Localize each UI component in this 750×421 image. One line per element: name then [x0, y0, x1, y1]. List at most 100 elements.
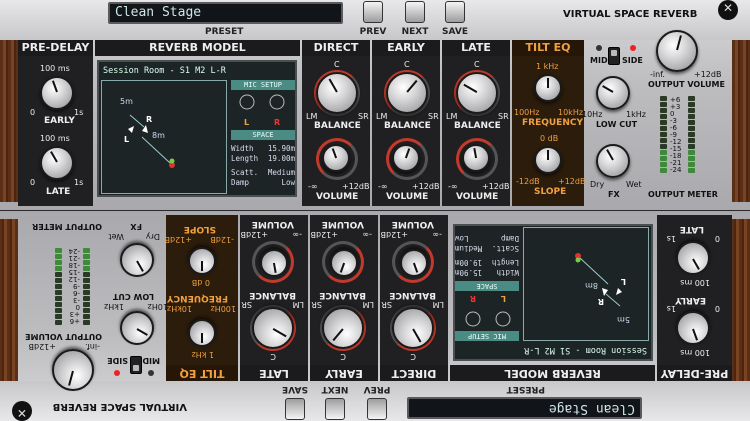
predelay-header: PRE-DELAY: [657, 365, 732, 381]
mic-right-label: R: [146, 115, 153, 124]
save-button[interactable]: [285, 398, 305, 420]
late-volume-knob[interactable]: [462, 144, 490, 172]
damp-param[interactable]: Damp Low: [455, 234, 519, 243]
late-predelay-knob[interactable]: [40, 146, 74, 180]
next-button[interactable]: [325, 398, 345, 420]
late-balance-lm-label: LM: [446, 112, 458, 121]
wet-label: Wet: [108, 232, 125, 241]
lc-max-label: 1kHz: [104, 302, 124, 311]
direct-balance-sr-label: SR: [358, 112, 369, 121]
mic-right-label: R: [597, 297, 604, 306]
late-predelay-knob[interactable]: [676, 241, 710, 275]
lc-max-label: 1kHz: [626, 110, 646, 119]
early-predelay-knob[interactable]: [676, 311, 710, 345]
brand-logo-icon: [12, 401, 32, 421]
left-wood-rail: [732, 219, 750, 381]
width-label: Width: [496, 268, 519, 277]
tilt-slope-knob[interactable]: [188, 247, 216, 275]
output-volume-knob[interactable]: [52, 349, 94, 391]
mic-l-indicator: L: [244, 118, 250, 127]
slope-low-label: -12dB: [516, 177, 540, 186]
length-param[interactable]: Length 19.00m: [231, 154, 295, 163]
frequency-label: FREQUENCY: [167, 293, 228, 303]
meter-led: [55, 320, 62, 325]
fx-label: FX: [608, 190, 620, 199]
room-view[interactable]: 5m 8m R L: [523, 227, 649, 341]
preset-name-field[interactable]: Clean Stage: [108, 2, 343, 24]
prev-button[interactable]: [367, 398, 387, 420]
space-tag[interactable]: SPACE: [455, 281, 519, 291]
length-param[interactable]: Length 19.00m: [455, 258, 519, 267]
wet-label: Wet: [626, 180, 642, 189]
prev-button[interactable]: [363, 1, 383, 23]
meter-led: [660, 96, 667, 101]
room-view[interactable]: 5m 8m R L: [101, 80, 227, 194]
dry-label: Dry: [590, 180, 605, 189]
late-volume-knob[interactable]: [260, 249, 288, 277]
early-min-label: 0: [714, 304, 720, 313]
save-label: SAVE: [282, 384, 308, 394]
late-volume-min-label: -∞: [292, 230, 302, 239]
output-volume-label: OUTPUT VOLUME: [648, 80, 725, 89]
meter-scale-label: 0: [75, 303, 80, 311]
late-balance-label: BALANCE: [454, 121, 501, 131]
preset-name-field[interactable]: Clean Stage: [407, 397, 642, 419]
next-button[interactable]: [405, 1, 425, 23]
early-unit-label: 1s: [666, 304, 676, 313]
low-cut-knob[interactable]: [596, 76, 630, 110]
save-label: SAVE: [442, 27, 468, 37]
mid-side-switch[interactable]: [130, 356, 142, 374]
length-value: 19.00m: [455, 258, 483, 267]
reverb-display[interactable]: Session Room - S1 M2 L-R 5m 8m R L MIC S…: [97, 60, 297, 197]
early-balance-knob[interactable]: [386, 72, 428, 114]
output-volume-knob[interactable]: [656, 30, 698, 72]
mic-setup-tag[interactable]: MIC SETUP: [455, 331, 519, 341]
distance-1-label: 5m: [617, 315, 630, 324]
mid-led-icon: [596, 45, 602, 51]
direct-volume-knob[interactable]: [322, 144, 350, 172]
preset-strip: Clean Stage PRESET PREV NEXT SAVE VIRTUA…: [0, 381, 750, 421]
late-balance-knob[interactable]: [252, 307, 294, 349]
mic-left-label: L: [124, 135, 130, 144]
direct-volume-label: VOLUME: [316, 192, 359, 202]
width-param[interactable]: Width 15.90m: [231, 144, 295, 153]
scatter-param[interactable]: Scatt. Medium: [455, 244, 519, 253]
room-preset-title: Session Room - S1 M2 L-R: [524, 345, 647, 355]
meter-scale-label: -24: [670, 166, 682, 174]
reverb-display[interactable]: Session Room - S1 M2 L-R 5m 8m R L MIC S…: [453, 224, 653, 361]
mic-r-indicator: R: [469, 294, 476, 303]
mic-setup-panel: MIC SETUP L R SPACE Width 15.90m Length 19…: [231, 80, 295, 194]
tilt-slope-knob[interactable]: [534, 146, 562, 174]
freq-high-label: 10kHz: [558, 108, 584, 117]
meter-led: [660, 108, 667, 113]
width-param[interactable]: Width 15.90m: [455, 268, 519, 277]
direct-balance-knob[interactable]: [392, 307, 434, 349]
early-volume-knob[interactable]: [330, 249, 358, 277]
distance-2-label: 8m: [152, 131, 165, 140]
early-predelay-knob[interactable]: [40, 76, 74, 110]
meter-right: [688, 96, 695, 174]
direct-volume-knob[interactable]: [400, 249, 428, 277]
tilt-frequency-knob[interactable]: [534, 74, 562, 102]
early-balance-lm-label: LM: [376, 112, 388, 121]
mid-side-switch[interactable]: [608, 47, 620, 65]
fx-mix-knob[interactable]: [596, 144, 630, 178]
tilt-frequency-knob[interactable]: [188, 319, 216, 347]
meter-led: [660, 144, 667, 149]
direct-balance-center-label: C: [334, 60, 340, 69]
meter-scale-label: -9: [73, 282, 80, 290]
fx-mix-knob[interactable]: [120, 243, 154, 277]
direct-balance-knob[interactable]: [316, 72, 358, 114]
direct-volume-max-label: +12dB: [380, 230, 408, 239]
low-cut-knob[interactable]: [120, 311, 154, 345]
late-balance-knob[interactable]: [456, 72, 498, 114]
space-tag[interactable]: SPACE: [231, 130, 295, 140]
save-button[interactable]: [445, 1, 465, 23]
early-volume-knob[interactable]: [392, 144, 420, 172]
damp-param[interactable]: Damp Low: [231, 178, 295, 187]
slope-center-label: 0 dB: [191, 278, 210, 287]
scatter-param[interactable]: Scatt. Medium: [231, 168, 295, 177]
width-value: 15.90m: [455, 268, 483, 277]
mic-setup-tag[interactable]: MIC SETUP: [231, 80, 295, 90]
early-balance-knob[interactable]: [322, 307, 364, 349]
